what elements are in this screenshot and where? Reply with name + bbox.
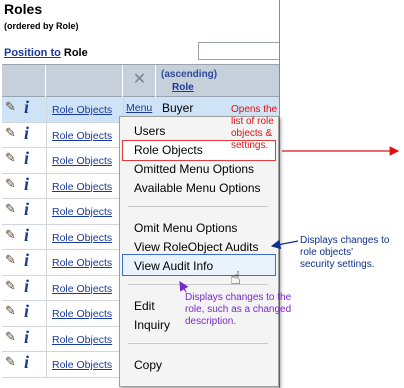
cell-divider (46, 301, 47, 326)
annotation-red: Opens the list of role objects & setting… (231, 104, 277, 152)
cell-divider (46, 97, 47, 122)
annotation-line: Displays changes to the (185, 292, 292, 303)
cell-divider (46, 173, 47, 199)
role-objects-link[interactable]: Role Objects (52, 334, 112, 346)
info-icon[interactable]: i (24, 123, 29, 144)
info-icon[interactable]: i (24, 97, 29, 118)
annotation-blue: Displays changes to role objects' securi… (300, 235, 390, 271)
edit-pencil-icon[interactable]: ✎ (5, 278, 16, 294)
info-icon[interactable]: i (24, 174, 29, 195)
annotation-line: role objects' (300, 247, 354, 258)
edit-pencil-icon[interactable]: ✎ (5, 303, 16, 319)
cell-divider (46, 224, 47, 250)
annotation-line: role, such as a changed (185, 304, 292, 315)
role-objects-link[interactable]: Role Objects (52, 206, 112, 218)
role-objects-link[interactable]: Role Objects (52, 104, 112, 116)
cell-divider (46, 275, 47, 301)
info-icon[interactable]: i (24, 301, 29, 322)
menu-item-available-menu-options[interactable]: Available Menu Options (134, 181, 261, 195)
menu-item-view-audit-info[interactable]: View Audit Info (134, 259, 213, 273)
position-to-input[interactable] (198, 42, 279, 60)
role-objects-link[interactable]: Role Objects (52, 232, 112, 244)
role-name: Buyer (162, 101, 194, 115)
info-icon[interactable]: i (24, 148, 29, 169)
cell-divider (46, 250, 47, 275)
menu-separator (128, 206, 268, 207)
role-objects-link[interactable]: Role Objects (52, 181, 112, 193)
menu-item-omit-menu-options[interactable]: Omit Menu Options (134, 221, 237, 235)
menu-item-inquiry[interactable]: Inquiry (134, 318, 170, 332)
edit-pencil-icon[interactable]: ✎ (5, 176, 16, 192)
info-icon[interactable]: i (24, 327, 29, 348)
position-to-link[interactable]: Position to (4, 47, 61, 59)
cell-divider (46, 199, 47, 224)
sort-order-label: (ascending) (161, 69, 218, 80)
menu-item-edit[interactable]: Edit (134, 299, 155, 313)
position-to-label: Role (63, 47, 88, 59)
info-icon[interactable]: i (24, 352, 29, 373)
role-objects-link[interactable]: Role Objects (52, 359, 112, 371)
hand-cursor-icon: ☝ (230, 268, 241, 288)
cell-divider (46, 326, 47, 352)
annotation-line: Opens the (231, 104, 278, 115)
role-objects-link[interactable]: Role Objects (52, 257, 112, 269)
info-icon[interactable]: i (24, 276, 29, 297)
info-icon[interactable]: i (24, 225, 29, 246)
annotation-line: security settings. (300, 259, 375, 270)
cell-divider (46, 352, 47, 377)
edit-pencil-icon[interactable]: ✎ (5, 125, 16, 141)
menu-item-view-roleobject-audits[interactable]: View RoleObject Audits (134, 240, 259, 254)
edit-pencil-icon[interactable]: ✎ (5, 227, 16, 243)
info-icon[interactable]: i (24, 250, 29, 271)
cell-divider (46, 148, 47, 173)
table-header: ✕ (ascending) Role (2, 64, 279, 97)
edit-pencil-icon[interactable]: ✎ (5, 201, 16, 217)
info-icon[interactable]: i (24, 199, 29, 220)
panel-subtitle: (ordered by Role) (4, 21, 79, 31)
edit-pencil-icon[interactable]: ✎ (5, 329, 16, 345)
sort-role-link[interactable]: Role (172, 82, 194, 93)
edit-pencil-icon[interactable]: ✎ (5, 252, 16, 268)
panel-title: Roles (4, 1, 43, 17)
annotation-purple: Displays changes to the role, such as a … (185, 292, 291, 328)
role-objects-link[interactable]: Role Objects (52, 155, 112, 167)
context-menu: Users Role Objects Omitted Menu Options … (119, 116, 279, 387)
menu-item-users[interactable]: Users (134, 124, 165, 138)
annotation-line: description. (185, 316, 237, 327)
edit-pencil-icon[interactable]: ✎ (5, 354, 16, 370)
menu-item-role-objects[interactable]: Role Objects (134, 143, 203, 157)
role-objects-link[interactable]: Role Objects (52, 308, 112, 320)
menu-separator (128, 284, 268, 285)
annotation-line: list of role (231, 116, 274, 127)
role-objects-link[interactable]: Role Objects (52, 283, 112, 295)
annotation-line: settings. (231, 140, 269, 151)
annotation-line: Displays changes to (300, 235, 390, 246)
position-to: Position to Role (4, 47, 88, 59)
header-cell-links (47, 65, 123, 97)
clear-sort-icon[interactable]: ✕ (133, 71, 146, 88)
row-menu-link[interactable]: Menu (126, 102, 152, 114)
header-cell-menu: ✕ (124, 65, 156, 97)
edit-pencil-icon[interactable]: ✎ (5, 99, 16, 115)
menu-item-omitted-menu-options[interactable]: Omitted Menu Options (134, 162, 254, 176)
edit-pencil-icon[interactable]: ✎ (5, 150, 16, 166)
cell-divider (46, 122, 47, 148)
header-cell-icons (2, 65, 46, 97)
annotation-line: objects & (231, 128, 273, 139)
menu-separator (128, 343, 268, 344)
menu-item-copy[interactable]: Copy (134, 358, 162, 372)
role-objects-link[interactable]: Role Objects (52, 130, 112, 142)
